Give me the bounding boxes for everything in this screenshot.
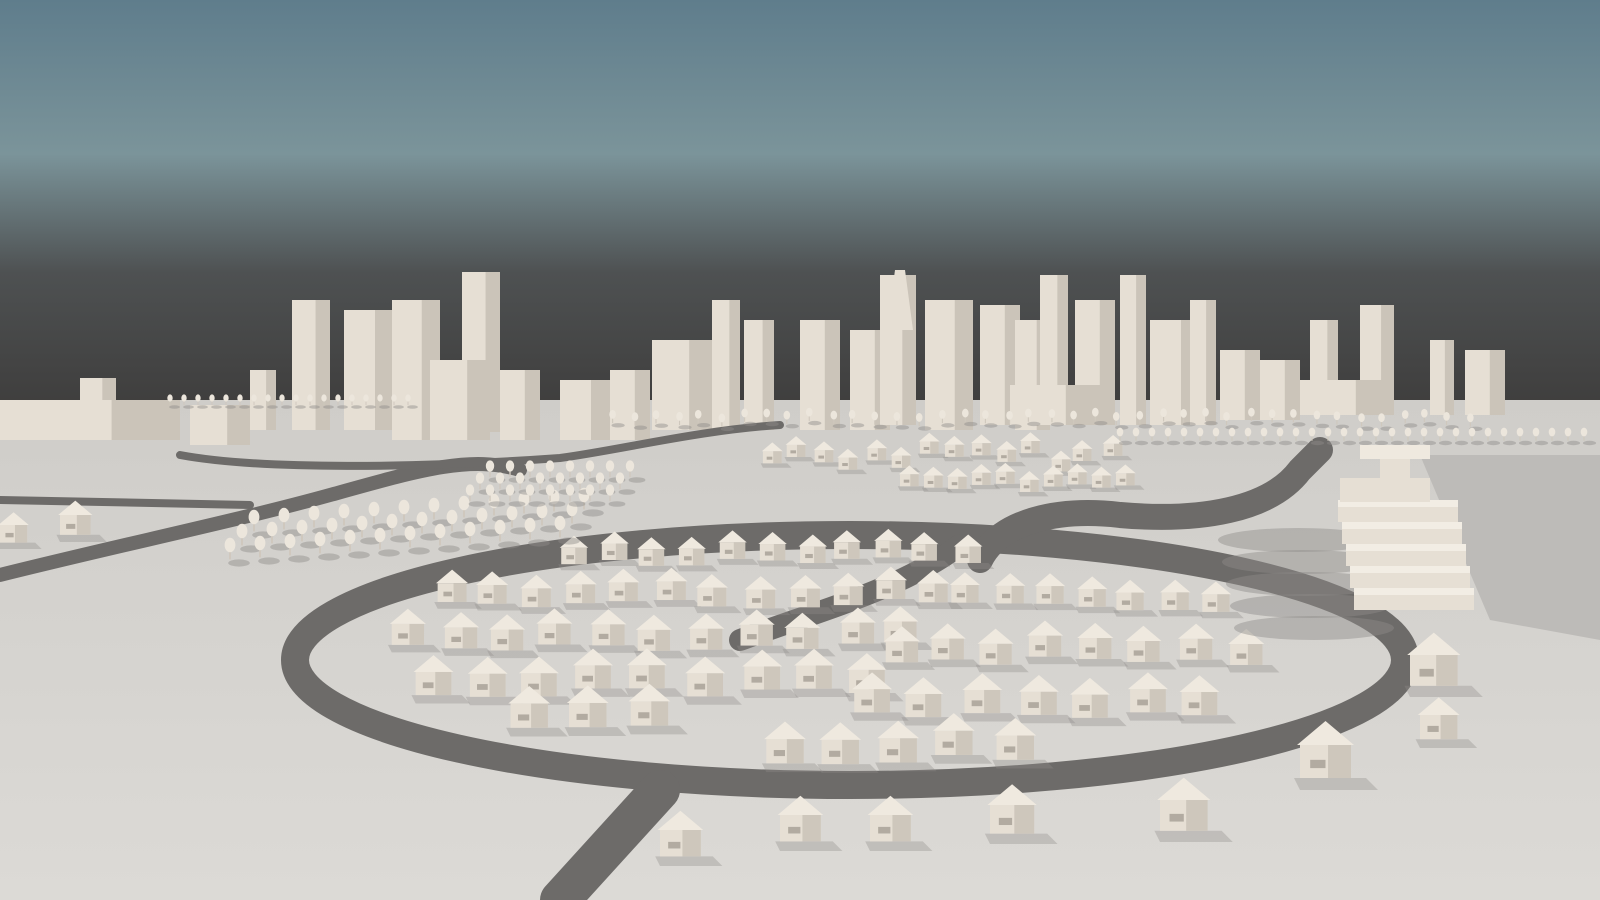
city-render	[0, 0, 1600, 900]
